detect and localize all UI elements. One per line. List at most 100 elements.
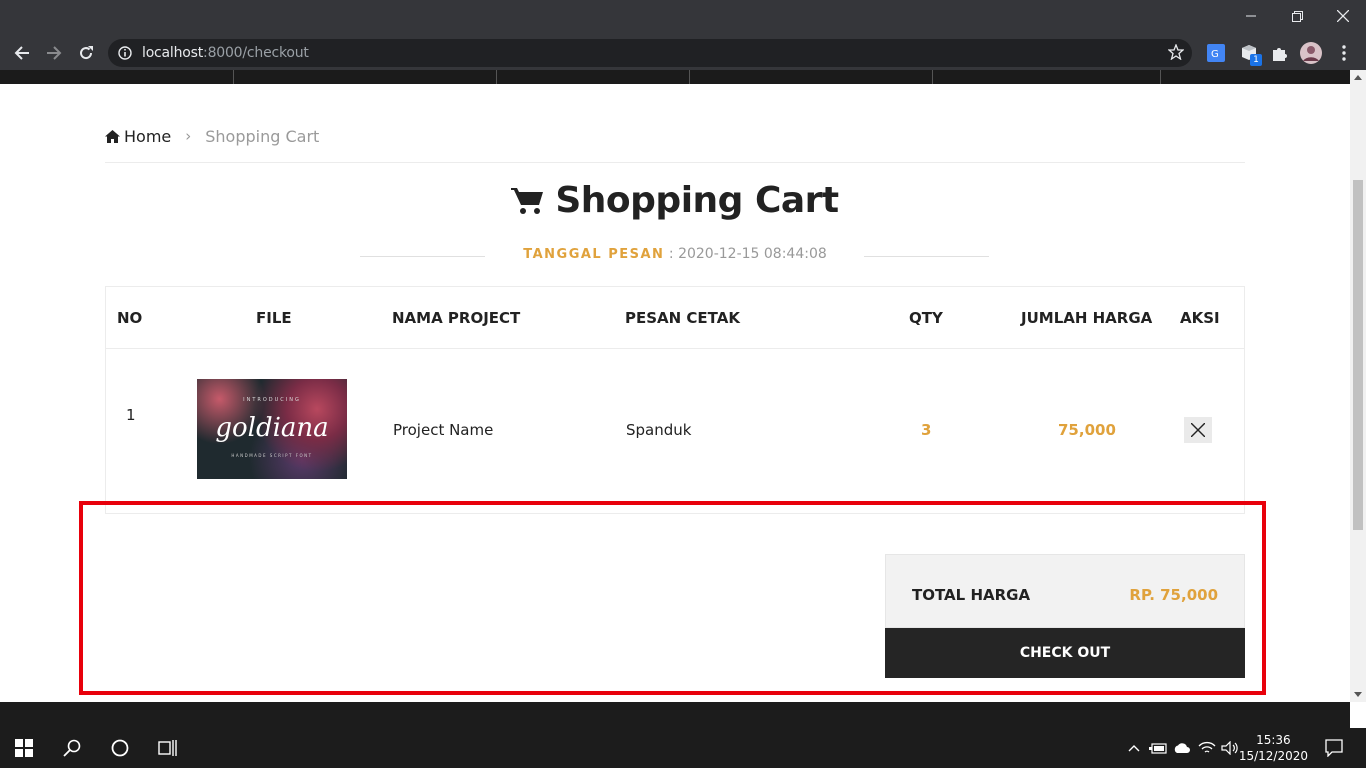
url-host: localhost: [142, 45, 204, 61]
volume-tray-icon[interactable]: [1219, 736, 1241, 760]
divider: [105, 162, 1245, 163]
column-header-action: AKSI: [1180, 309, 1220, 327]
table-header: NO FILE NAMA PROJECT PESAN CETAK QTY JUM…: [106, 287, 1244, 349]
search-button[interactable]: [60, 736, 84, 760]
thumbnail-intro-text: INTRODUCING: [243, 397, 301, 403]
thumbnail-title-text: goldiana: [215, 413, 329, 443]
taskbar-clock[interactable]: 15:36 15/12/2020: [1239, 732, 1308, 764]
browser-menu-button[interactable]: [1333, 42, 1355, 64]
column-header-price: JUMLAH HARGA: [1021, 309, 1153, 327]
breadcrumb-home-label: Home: [124, 126, 172, 146]
scrollbar-thumb[interactable]: [1353, 180, 1363, 530]
file-thumbnail[interactable]: INTRODUCING goldiana HANDMADE SCRIPT FON…: [197, 379, 347, 479]
page-title-text: Shopping Cart: [555, 180, 839, 221]
column-header-project: NAMA PROJECT: [392, 309, 521, 327]
divider: [864, 256, 989, 257]
back-button[interactable]: [9, 40, 35, 66]
task-view-button[interactable]: [156, 736, 180, 760]
address-bar[interactable]: localhost:8000/checkout: [108, 39, 1192, 67]
bookmark-star-icon[interactable]: [1168, 44, 1184, 60]
task-view-icon: [158, 740, 177, 756]
cortana-button[interactable]: [108, 736, 132, 760]
translate-extension[interactable]: G: [1205, 42, 1227, 64]
navbar-separator: [689, 70, 690, 84]
column-header-file: FILE: [256, 309, 292, 327]
reload-icon: [80, 46, 93, 60]
show-hidden-icons-button[interactable]: [1123, 736, 1145, 760]
arrow-left-icon: [14, 46, 29, 60]
divider: [360, 256, 485, 257]
restore-icon: [1291, 10, 1303, 22]
total-value: RP. 75,000: [1129, 586, 1218, 604]
chevron-up-icon: [1128, 745, 1140, 752]
remove-item-button[interactable]: [1184, 417, 1212, 443]
battery-icon: [1149, 743, 1167, 754]
page-footer-strip: [0, 702, 1350, 728]
navbar-separator: [233, 70, 234, 84]
avatar: [1300, 42, 1322, 64]
extensions-button[interactable]: [1269, 42, 1291, 64]
cell-price: 75,000: [1058, 421, 1116, 439]
battery-tray-icon[interactable]: [1147, 736, 1169, 760]
restore-button[interactable]: [1274, 0, 1320, 32]
puzzle-icon: [1273, 48, 1287, 61]
kebab-menu-icon: [1342, 45, 1346, 61]
profile-button[interactable]: [1300, 42, 1322, 64]
minimize-button[interactable]: [1228, 0, 1274, 32]
close-icon: [1337, 10, 1349, 22]
wifi-icon: [1198, 741, 1216, 753]
cell-project-name: Project Name: [393, 421, 494, 439]
onedrive-tray-icon[interactable]: [1171, 736, 1193, 760]
page-viewport: Home › Shopping Cart Shopping Cart TANGG…: [0, 70, 1350, 702]
scroll-up-arrow-icon[interactable]: [1354, 75, 1362, 80]
translate-icon: G: [1207, 44, 1225, 62]
svg-text:G: G: [1211, 49, 1219, 60]
notification-icon: [1325, 739, 1343, 757]
order-date-label: TANGGAL PESAN: [523, 247, 665, 262]
clock-time: 15:36: [1256, 733, 1291, 747]
browser-toolbar: localhost:8000/checkout G 1: [0, 36, 1366, 70]
package-extension[interactable]: 1: [1238, 42, 1262, 66]
windows-taskbar: 15:36 15/12/2020: [0, 728, 1366, 768]
search-icon: [63, 739, 81, 757]
cell-no: 1: [126, 406, 136, 424]
cell-qty: 3: [921, 421, 932, 439]
order-date-value: : 2020-12-15 08:44:08: [668, 246, 827, 262]
network-tray-icon[interactable]: [1196, 736, 1218, 760]
clock-date: 15/12/2020: [1238, 749, 1308, 763]
navbar-separator: [932, 70, 933, 84]
minimize-icon: [1246, 15, 1256, 17]
info-icon[interactable]: [118, 46, 132, 60]
breadcrumb-separator: ›: [185, 127, 192, 145]
navbar-separator: [1160, 70, 1161, 84]
shopping-cart-icon: [511, 187, 544, 214]
page-title: Shopping Cart: [0, 180, 1350, 221]
total-label: TOTAL HARGA: [912, 586, 1031, 604]
speaker-icon: [1221, 741, 1238, 755]
browser-titlebar: [0, 0, 1366, 36]
action-center-button[interactable]: [1322, 736, 1346, 760]
extension-badge: 1: [1250, 54, 1262, 66]
breadcrumb-home-link[interactable]: Home: [105, 127, 171, 146]
close-window-button[interactable]: [1320, 0, 1366, 32]
forward-button[interactable]: [41, 40, 67, 66]
total-summary: TOTAL HARGA RP. 75,000: [885, 554, 1245, 628]
page-scrollbar[interactable]: [1350, 70, 1366, 702]
site-navbar-bottom: [0, 70, 1350, 84]
url-text: localhost:8000/checkout: [142, 45, 309, 61]
start-button[interactable]: [12, 736, 36, 760]
column-header-no: NO: [117, 309, 143, 327]
checkout-button[interactable]: CHECK OUT: [885, 628, 1245, 678]
breadcrumb: Home › Shopping Cart: [105, 126, 319, 146]
home-icon: [105, 129, 120, 143]
cloud-icon: [1174, 743, 1190, 753]
navbar-separator: [496, 70, 497, 84]
close-icon: [1191, 423, 1205, 437]
reload-button[interactable]: [73, 40, 99, 66]
windows-logo-icon: [15, 739, 33, 757]
column-header-qty: QTY: [909, 309, 943, 327]
url-path: :8000/checkout: [203, 45, 309, 61]
scroll-down-arrow-icon[interactable]: [1354, 692, 1362, 697]
cortana-circle-icon: [111, 739, 129, 757]
arrow-right-icon: [47, 46, 62, 60]
